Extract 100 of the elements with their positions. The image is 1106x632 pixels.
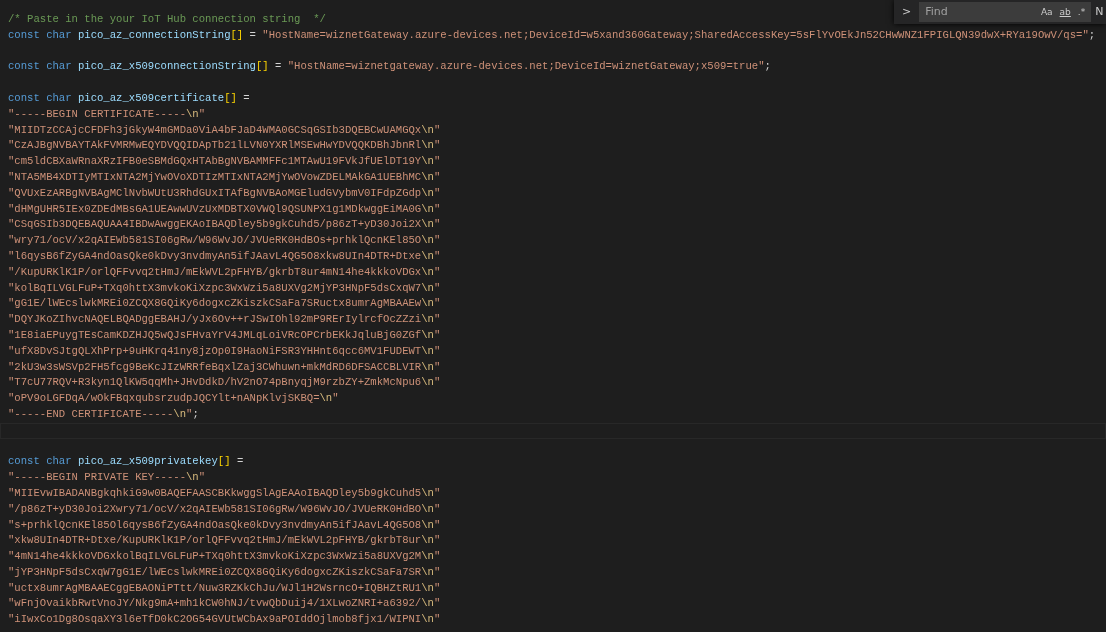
string-literal: ": [433, 265, 441, 278]
find-field[interactable]: Find Aa ab .*: [919, 2, 1092, 22]
escape-sequence: \n: [421, 155, 434, 168]
escape-sequence: \n: [421, 565, 434, 578]
string-literal: ": [433, 186, 441, 199]
string-literal: "jYP3HNpF5dsCxqW7gG1E/lWEcslwkMREi0ZCQX8GQiKy6dogxcZKiszkCSaFa7SR: [8, 565, 422, 578]
string-literal: "gG1E/lWEcslwkMREi0ZCQX8GQiKy6dogxcZKiszkCSaFa7SRuctx8umrAgMBAAEw: [8, 297, 422, 310]
escape-sequence: \n: [421, 281, 434, 294]
escape-sequence: \n: [173, 407, 186, 420]
string-literal: ": [433, 328, 441, 341]
string-literal: "T7cU77RQV+R3kyn1QlKW5qqMh+JHvDdkD/hV2nO74pBnyqjM9rzbZY+ZmkMcNpu6: [8, 376, 422, 389]
semicolon: ;: [192, 407, 199, 420]
escape-sequence: \n: [421, 486, 434, 499]
string-literal: "MIIEvwIBADANBgkqhkiG9w0BAQEFAASCBKkwggSlAgEAAoIBAQDley5b9gkCuhd5: [8, 486, 422, 499]
string-literal: "wry71/ocV/x2qAIEWb581SI06gRw/W96WvJO/JVUeRK0HdBOs+prhklQcnKEl85O: [8, 234, 422, 247]
string-literal: ": [433, 170, 441, 183]
string-literal: ": [433, 581, 441, 594]
find-option-button[interactable]: ab: [1057, 7, 1073, 17]
string-literal: "HostName=wiznetgateway.azure-devices.net;DeviceId=wiznetGateway;x509=true": [287, 60, 765, 73]
escape-sequence: \n: [421, 234, 434, 247]
string-literal: "4mN14he4kkkoVDGxkolBqILVGLFuP+TXq0httX3mvkoKiXzpc3WxWzi5a8UXVg2M: [8, 550, 422, 563]
string-literal: "uctx8umrAgMBAAECggEBAONiPTtt/Nuw3RZKkChJu/WJl1H2WsrncO+IQBHZtRU1: [8, 581, 422, 594]
string-literal: ": [198, 471, 206, 484]
string-literal: ": [433, 534, 441, 547]
keyword: const char: [8, 92, 72, 104]
result-count: N: [1095, 3, 1104, 20]
string-literal: ": [433, 360, 441, 373]
string-literal: ": [433, 123, 441, 136]
escape-sequence: \n: [421, 518, 434, 531]
variable-name: pico_az_x509privatekey: [77, 455, 218, 468]
string-literal: ": [433, 376, 441, 389]
keyword: const char: [8, 28, 72, 41]
escape-sequence: \n: [186, 471, 199, 484]
operator: =: [243, 92, 250, 104]
string-literal: "-----BEGIN CERTIFICATE-----: [8, 107, 186, 120]
string-literal: ": [433, 344, 441, 357]
string-literal: ": [186, 407, 193, 420]
escape-sequence: \n: [421, 376, 434, 389]
string-literal: "1E8iaEPuygTEsCamKDZHJQ5wQJsFHvaYrV4JMLqLoiVRcOPCrbEKkJqluBjG0ZGf: [8, 328, 422, 341]
string-literal: ": [433, 281, 441, 294]
string-literal: "xkw8UIn4DTR+Dtxe/KupURKlK1P/orlQFFvvq2tHmJ/mEkWVL2pFHYB/gkrbT8ur: [8, 534, 422, 547]
string-literal: "NTA5MB4XDTIyMTIxNTA2MjYwOVoXDTIzMTIxNTA2MjYwOVowZDELMAkGA1UEBhMC: [8, 170, 422, 183]
string-literal: ": [433, 550, 441, 563]
string-literal: "/p86zT+yD30Joi2Xwry71/ocV/x2qAIEWb581SI06gRw/W96WvJO/JVUeRK0HdBO: [8, 502, 422, 515]
escape-sequence: \n: [421, 249, 434, 262]
string-literal: ": [433, 155, 441, 168]
escape-sequence: \n: [421, 534, 434, 547]
bracket: []: [255, 60, 269, 73]
string-literal: ": [433, 313, 441, 326]
string-literal: ": [433, 597, 441, 610]
escape-sequence: \n: [421, 202, 434, 215]
string-literal: ": [433, 234, 441, 247]
string-literal: ": [433, 518, 441, 531]
string-literal: "l6qysB6fZyGA4ndOasQke0kDvy3nvdmyAn5ifJAavL4QG5O8xkw8UIn4DTR+Dtxe: [8, 249, 422, 262]
escape-sequence: \n: [421, 218, 434, 231]
string-literal: "HostName=wiznetGateway.azure-devices.net;DeviceId=w5xand360Gateway;SharedAccessKey=5sFlYvOEkJn52CHwWNZ1FPIGLQN39dwX+RYa19OwV/qs=": [262, 28, 1089, 41]
toggle-replace-button[interactable]: >: [898, 3, 916, 21]
string-literal: ": [433, 486, 441, 499]
bracket: []: [217, 455, 231, 468]
escape-sequence: \n: [421, 139, 434, 152]
string-literal: "cm5ldCBXaWRnaXRzIFB0eSBMdGQxHTAbBgNVBAMMFFc1MTAwU19FVkJfUElDT19Y: [8, 155, 422, 168]
keyword: const char: [8, 455, 72, 468]
string-literal: "dHMgUHR5IEx0ZDEdMBsGA1UEAwwUVzUxMDBTX0VWQl9QSUNPX1g1MDkwggEiMA0G: [8, 202, 422, 215]
string-literal: "s+prhklQcnKEl85Ol6qysB6fZyGA4ndOasQke0kDvy3nvdmyAn5ifJAavL4QG5O8: [8, 518, 422, 531]
bracket: []: [230, 28, 244, 41]
string-literal: ": [433, 218, 441, 231]
string-literal: ": [198, 107, 206, 120]
string-literal: "QVUxEzARBgNVBAgMClNvbWUtU3RhdGUxITAfBgNVBAoMGEludGVybmV0IFdpZGdp: [8, 186, 422, 199]
escape-sequence: \n: [421, 328, 434, 341]
string-literal: "CSqGSIb3DQEBAQUAA4IBDwAwggEKAoIBAQDley5b9gkCuhd5/p86zT+yD30Joi2X: [8, 218, 422, 231]
bracket: []: [224, 92, 237, 104]
string-literal: "ufX8DvSJtgQLXhPrp+9uHKrq41ny8jzOp0I9HaoNiFSR3YHHnt6qcc6MV1FUDEWT: [8, 344, 422, 357]
escape-sequence: \n: [421, 597, 434, 610]
string-literal: "CzAJBgNVBAYTAkFVMRMwEQYDVQQIDApTb21lLVN0YXRlMSEwHwYDVQQKDBhJbnRl: [8, 139, 422, 152]
variable-name: pico_az_x509connectionString: [77, 60, 256, 73]
string-literal: "kolBqILVGLFuP+TXq0httX3mvkoKiXzpc3WxWzi5a8UXVg2MjYP3HNpF5dsCxqW7: [8, 281, 422, 294]
escape-sequence: \n: [186, 107, 199, 120]
string-literal: ": [433, 297, 441, 310]
string-literal: "MIIDTzCCAjcCFDFh3jGkyW4mGMDa0ViA4bFJaD4WMA0GCSqGSIb3DQEBCwUAMGQx: [8, 123, 422, 136]
escape-sequence: \n: [421, 550, 434, 563]
code-comment: /* Paste in the your IoT Hub connection string */: [8, 13, 326, 25]
keyword: const char: [8, 60, 72, 73]
escape-sequence: \n: [421, 344, 434, 357]
escape-sequence: \n: [421, 581, 434, 594]
find-option-button[interactable]: .*: [1075, 7, 1088, 17]
escape-sequence: \n: [421, 186, 434, 199]
escape-sequence: \n: [421, 313, 434, 326]
variable-name: pico_az_connectionString: [77, 28, 231, 41]
string-literal: ": [433, 202, 441, 215]
string-literal: "2kU3w3sWSVp2FH5fcg9BeKcJIzWRRfeBqxlZaj3CWhuwn+mkMdRD6DFSACCBLVIR: [8, 360, 422, 373]
escape-sequence: \n: [421, 265, 434, 278]
string-literal: "-----BEGIN PRIVATE KEY-----: [8, 471, 186, 484]
string-literal: ": [332, 392, 339, 405]
string-literal: ": [433, 565, 441, 578]
operator: =: [236, 455, 244, 468]
escape-sequence: \n: [421, 297, 434, 310]
find-option-button[interactable]: Aa: [1038, 7, 1055, 17]
string-literal: "/KupURKlK1P/orlQFFvvq2tHmJ/mEkWVL2pFHYB/gkrbT8ur4mN14he4kkkoVDGx: [8, 265, 422, 278]
escape-sequence: \n: [421, 613, 434, 626]
operator: =: [275, 60, 282, 73]
